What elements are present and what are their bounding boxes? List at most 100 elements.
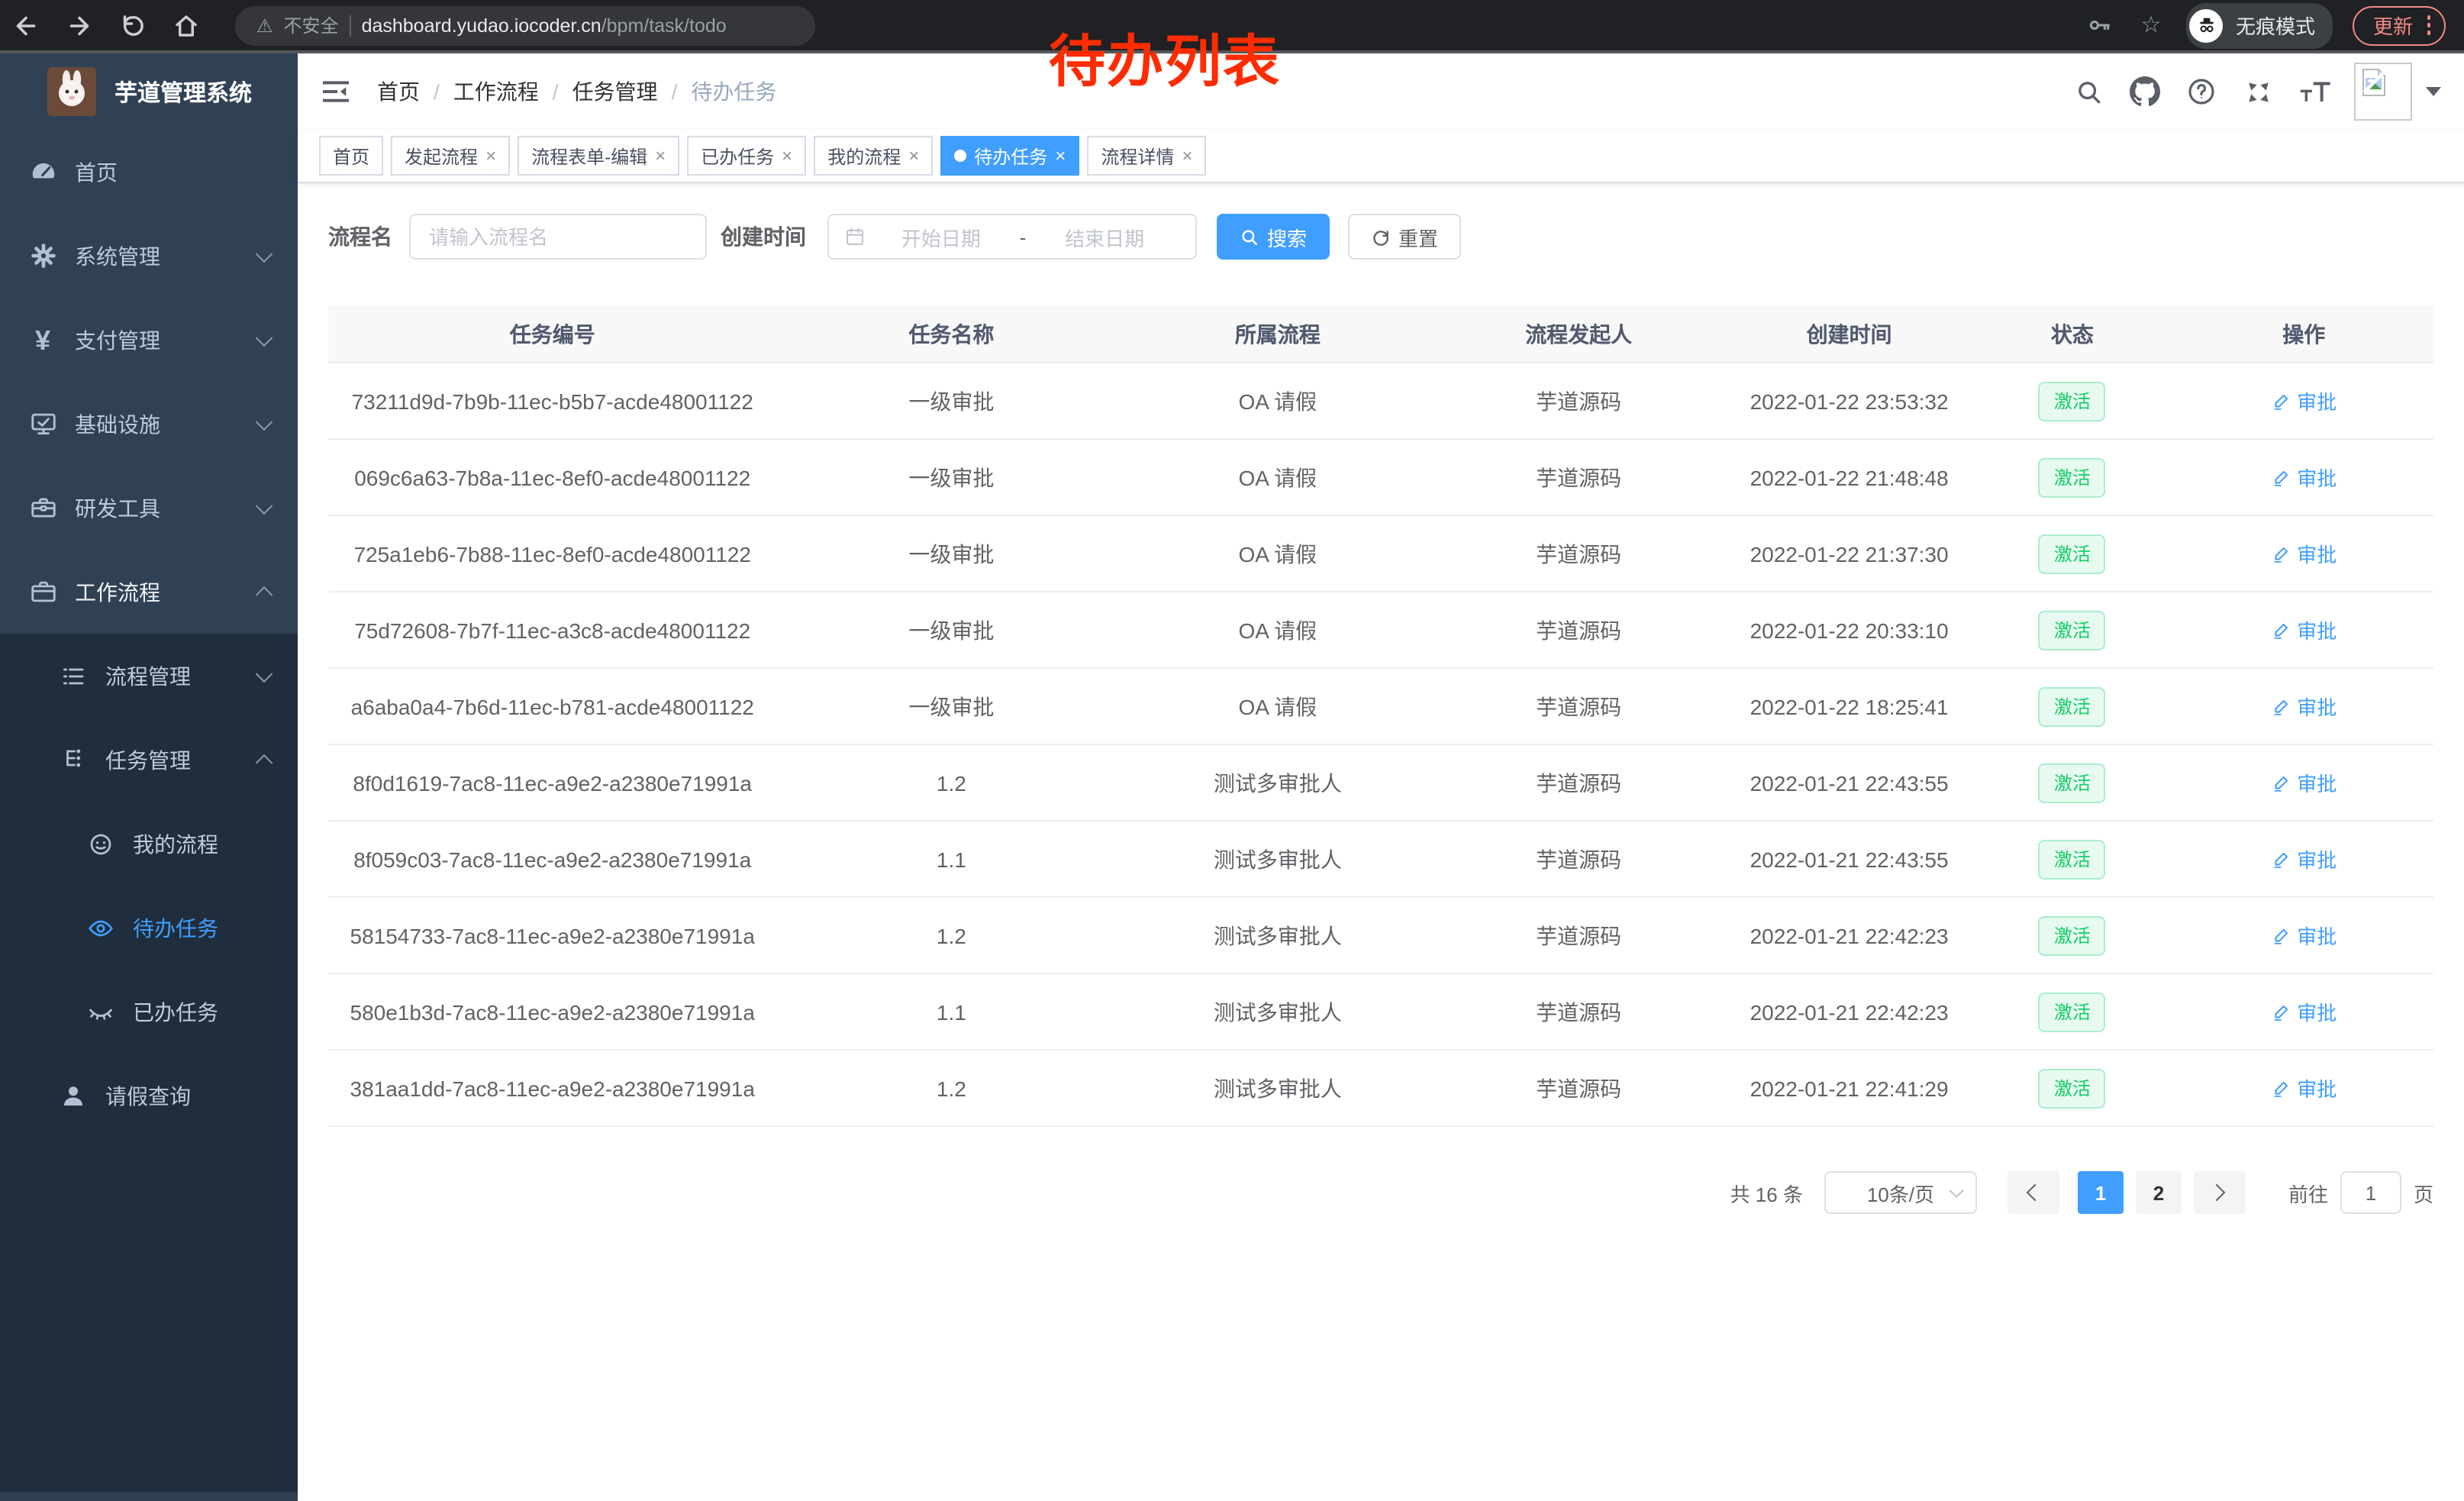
font-size-icon[interactable] [2299, 77, 2333, 106]
approve-link[interactable]: 审批 [2271, 768, 2337, 797]
help-icon[interactable] [2186, 76, 2217, 107]
cell-task-name: 1.1 [776, 847, 1126, 871]
approve-link[interactable]: 审批 [2271, 997, 2337, 1026]
cell-created: 2022-01-21 22:43:55 [1728, 847, 1970, 871]
approve-link[interactable]: 审批 [2271, 539, 2337, 568]
avatar-dropdown-caret-icon[interactable] [2426, 87, 2441, 96]
breadcrumb-item[interactable]: 任务管理 [572, 76, 658, 107]
sidebar-item-task-management[interactable]: 任务管理 [0, 718, 298, 802]
tag-process-detail[interactable]: 流程详情× [1087, 136, 1206, 176]
column-header: 流程发起人 [1429, 318, 1728, 349]
bookmark-star-icon[interactable]: ☆ [2138, 12, 2164, 38]
list-tree-icon [58, 660, 89, 691]
page-unit-label: 页 [2414, 1178, 2433, 1207]
page-button-1[interactable]: 1 [2078, 1171, 2124, 1214]
approve-label: 审批 [2297, 463, 2337, 492]
cell-task-name: 一级审批 [776, 386, 1126, 416]
page-button-2[interactable]: 2 [2136, 1171, 2182, 1214]
update-label: 更新 [2373, 11, 2413, 40]
process-name-input[interactable] [409, 214, 707, 260]
cell-starter: 芋道源码 [1429, 767, 1728, 798]
browser-update-button[interactable]: 更新 [2353, 5, 2446, 45]
breadcrumb-item[interactable]: 工作流程 [453, 76, 539, 107]
browser-reload-icon[interactable] [119, 11, 147, 39]
close-icon[interactable]: × [485, 147, 496, 165]
table-row: a6aba0a4-7b6d-11ec-b781-acde48001122 一级审… [328, 669, 2433, 745]
cell-created: 2022-01-22 18:25:41 [1728, 694, 1970, 718]
sidebar-item-infrastructure[interactable]: 基础设施 [0, 382, 298, 466]
tag-home[interactable]: 首页 [319, 136, 383, 176]
approve-link[interactable]: 审批 [2271, 692, 2337, 721]
approve-link[interactable]: 审批 [2271, 1073, 2337, 1102]
sidebar-item-workflow[interactable]: 工作流程 [0, 550, 298, 634]
sidebar-item-home[interactable]: 首页 [0, 130, 298, 214]
chevron-up-icon [256, 754, 273, 771]
close-icon[interactable]: × [908, 147, 919, 165]
sidebar-item-dev-tools[interactable]: 研发工具 [0, 466, 298, 550]
date-range-picker[interactable]: 开始日期 - 结束日期 [827, 214, 1197, 260]
cell-task-name: 一级审批 [776, 615, 1126, 645]
sidebar-item-system[interactable]: 系统管理 [0, 214, 298, 298]
close-icon[interactable]: × [1182, 147, 1192, 165]
tag-todo-tasks[interactable]: 待办任务× [940, 136, 1079, 176]
briefcase-icon [27, 576, 58, 607]
status-badge: 激活 [2039, 457, 2106, 497]
approve-link[interactable]: 审批 [2271, 615, 2337, 644]
edit-pen-icon [2271, 925, 2291, 945]
tag-process-form-edit[interactable]: 流程表单-编辑× [518, 136, 679, 176]
approve-label: 审批 [2297, 997, 2337, 1026]
close-icon[interactable]: × [655, 147, 666, 165]
browser-back-icon[interactable] [12, 11, 40, 39]
tag-start-process[interactable]: 发起流程× [391, 136, 510, 176]
approve-link[interactable]: 审批 [2271, 386, 2337, 415]
cell-starter: 芋道源码 [1429, 462, 1728, 492]
approve-link[interactable]: 审批 [2271, 844, 2337, 873]
close-icon[interactable]: × [782, 147, 792, 165]
sidebar-item-process-management[interactable]: 流程管理 [0, 634, 298, 718]
chevron-down-icon [256, 412, 273, 430]
sidebar-collapse-icon[interactable] [321, 76, 351, 107]
sidebar-item-todo-tasks[interactable]: 待办任务 [0, 886, 298, 970]
sidebar: 芋道管理系统 首页 系统管理 ¥ 支付管理 [0, 53, 298, 1501]
browser-home-icon[interactable] [173, 11, 200, 39]
sidebar-item-my-process[interactable]: 我的流程 [0, 802, 298, 886]
close-icon[interactable]: × [1055, 147, 1066, 165]
browser-menu-icon[interactable] [2427, 16, 2430, 35]
address-bar[interactable]: ⚠ 不安全 dashboard.yudao.iocoder.cn/bpm/tas… [235, 5, 815, 45]
avatar[interactable] [2354, 63, 2412, 121]
app-title: 芋道管理系统 [114, 76, 252, 108]
incognito-label: 无痕模式 [2236, 11, 2315, 40]
github-icon[interactable] [2130, 76, 2160, 107]
breadcrumb-item[interactable]: 首页 [377, 76, 420, 107]
cell-task-name: 1.1 [776, 999, 1126, 1024]
status-badge: 激活 [2039, 915, 2106, 955]
tag-done-tasks[interactable]: 已办任务× [687, 136, 806, 176]
goto-page-input[interactable] [2340, 1171, 2401, 1214]
search-icon[interactable] [2073, 76, 2104, 107]
cell-starter: 芋道源码 [1429, 538, 1728, 569]
sidebar-item-done-tasks[interactable]: 已办任务 [0, 970, 298, 1054]
search-button[interactable]: 搜索 [1217, 214, 1330, 260]
sidebar-item-payment[interactable]: ¥ 支付管理 [0, 298, 298, 382]
fullscreen-icon[interactable] [2243, 76, 2273, 107]
browser-forward-icon[interactable] [66, 11, 93, 39]
password-key-icon[interactable] [2088, 12, 2114, 38]
approve-link[interactable]: 审批 [2271, 921, 2337, 950]
page-size-select[interactable]: 10条/页 [1824, 1171, 1977, 1214]
eye-closed-icon [85, 996, 116, 1027]
tag-my-process[interactable]: 我的流程× [814, 136, 933, 176]
prev-page-button[interactable] [2008, 1171, 2059, 1214]
toolbox-icon [27, 492, 58, 523]
table-row: 381aa1dd-7ac8-11ec-a9e2-a2380e71991a 1.2… [328, 1051, 2433, 1127]
sidebar-item-leave-query[interactable]: 请假查询 [0, 1054, 298, 1138]
eye-icon [85, 912, 116, 943]
sidebar-item-label: 研发工具 [75, 492, 160, 523]
next-page-button[interactable] [2194, 1171, 2246, 1214]
cell-starter: 芋道源码 [1429, 920, 1728, 951]
cell-task-name: 1.2 [776, 770, 1126, 795]
approve-link[interactable]: 审批 [2271, 463, 2337, 492]
status-badge: 激活 [2039, 686, 2106, 726]
dashboard-icon [27, 157, 58, 187]
reset-button[interactable]: 重置 [1348, 214, 1461, 260]
sidebar-logo[interactable]: 芋道管理系统 [0, 53, 298, 130]
